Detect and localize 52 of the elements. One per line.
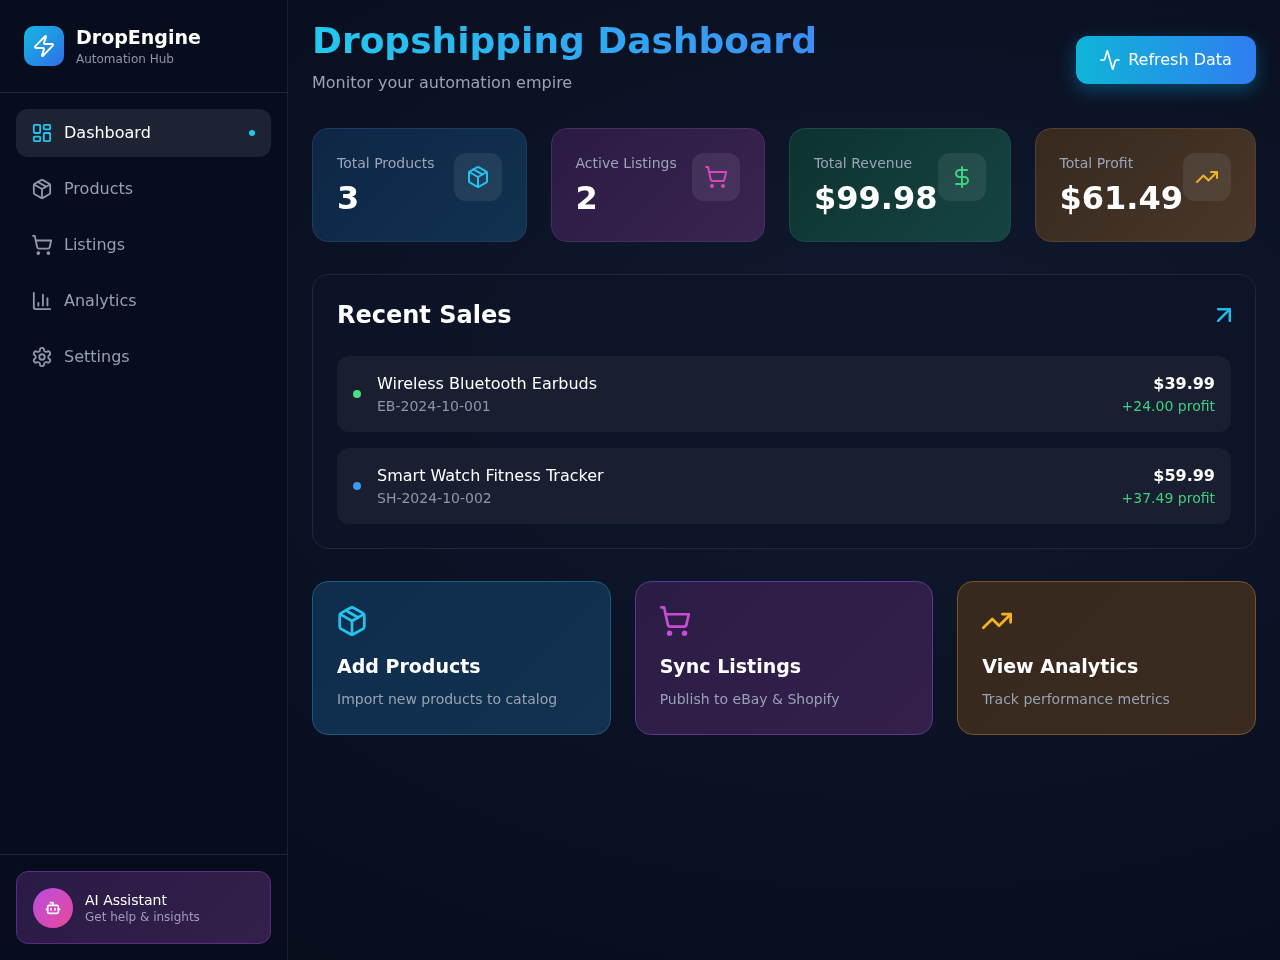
stat-value: 2 bbox=[575, 179, 599, 217]
active-dot-icon bbox=[249, 130, 255, 136]
action-description: Publish to eBay & Shopify bbox=[659, 690, 841, 709]
pulse-icon bbox=[1100, 50, 1121, 70]
profit-amount: +37.49 profit bbox=[1121, 489, 1215, 508]
stat-value: $99.98 bbox=[814, 179, 938, 217]
stat-value: $61.49 bbox=[1059, 179, 1183, 217]
section-title: Recent Sales bbox=[337, 300, 512, 331]
profit-amount: +24.00 profit bbox=[1121, 397, 1215, 416]
action-description: Import new products to catalog bbox=[337, 690, 559, 709]
page-subtitle: Monitor your automation empire bbox=[312, 72, 574, 94]
arrow-up-right-icon[interactable] bbox=[1217, 308, 1231, 322]
sidebar-item[interactable]: Settings bbox=[16, 333, 271, 381]
action-title: Sync Listings bbox=[659, 654, 803, 679]
cube-icon bbox=[32, 179, 52, 199]
order-id: SH-2024-10-002 bbox=[377, 489, 493, 508]
product-name: Wireless Bluetooth Earbuds bbox=[377, 373, 599, 395]
sidebar-item[interactable]: Analytics bbox=[16, 277, 271, 325]
action-card[interactable]: View Analytics Track performance metrics bbox=[957, 581, 1256, 735]
assistant-title: AI Assistant bbox=[85, 890, 168, 909]
sidebar-item[interactable]: Dashboard bbox=[16, 109, 271, 157]
action-card[interactable]: Sync Listings Publish to eBay & Shopify bbox=[634, 581, 934, 735]
sidebar-item[interactable]: Listings bbox=[16, 221, 271, 269]
cube-icon bbox=[337, 606, 367, 636]
sale-price: $59.99 bbox=[1153, 465, 1215, 487]
action-description: Track performance metrics bbox=[982, 690, 1171, 709]
brand-name: DropEngine bbox=[76, 25, 201, 49]
product-name: Smart Watch Fitness Tracker bbox=[377, 465, 605, 487]
stat-value: 3 bbox=[337, 179, 361, 217]
stat-label: Total Profit bbox=[1059, 154, 1135, 173]
settings-icon bbox=[32, 347, 52, 367]
action-title: Add Products bbox=[337, 654, 482, 679]
cart-icon bbox=[32, 235, 52, 255]
action-card[interactable]: Add Products Import new products to catalog bbox=[312, 581, 611, 735]
dollar-icon bbox=[937, 153, 986, 201]
cart-icon bbox=[659, 606, 690, 636]
cube-icon bbox=[453, 153, 502, 201]
brand-tagline: Automation Hub bbox=[76, 51, 175, 67]
cart-icon bbox=[692, 153, 741, 201]
action-title: View Analytics bbox=[982, 654, 1140, 679]
stat-label: Active Listings bbox=[575, 154, 677, 173]
bar-chart-icon bbox=[32, 291, 52, 311]
order-id: EB-2024-10-001 bbox=[377, 397, 492, 416]
sale-price: $39.99 bbox=[1153, 373, 1215, 395]
stat-label: Total Revenue bbox=[814, 154, 914, 173]
sidebar-item[interactable]: Products bbox=[16, 165, 271, 213]
assistant-subtitle: Get help & insights bbox=[85, 908, 200, 925]
grid-icon bbox=[32, 123, 52, 143]
assistant-card[interactable]: AI Assistant Get help & insights bbox=[16, 871, 271, 944]
stat-label: Total Products bbox=[337, 154, 435, 173]
lightning-logo-icon bbox=[24, 26, 64, 66]
robot-icon bbox=[33, 887, 73, 928]
